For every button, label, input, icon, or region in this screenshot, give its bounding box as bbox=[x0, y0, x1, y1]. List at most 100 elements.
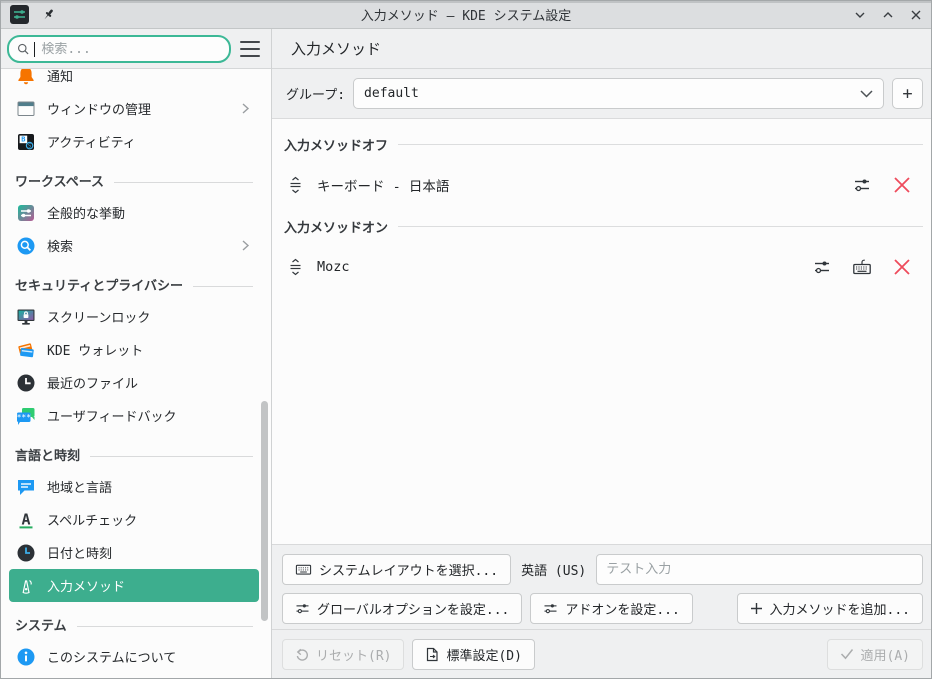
svg-text:S: S bbox=[28, 143, 31, 149]
sidebar-item-kde-wallet[interactable]: KDE ウォレット bbox=[9, 333, 259, 366]
configure-icon bbox=[815, 261, 829, 274]
configure-icon bbox=[296, 604, 309, 614]
document-revert-icon bbox=[427, 647, 439, 661]
sidebar-scrollbar[interactable] bbox=[261, 401, 268, 621]
input-method-row-keyboard-japanese: キーボード - 日本語 bbox=[284, 159, 923, 211]
sidebar-item-label: ユーザフィードバック bbox=[47, 410, 177, 425]
remove-icon bbox=[894, 259, 910, 275]
configure-addons-button[interactable]: アドオンを設定... bbox=[530, 593, 693, 624]
sidebar: 通知 ウィンドウの管理 B S アクティビティ ワークスペース 全般的な挙動 検… bbox=[1, 69, 271, 678]
sidebar-item-label: このシステムについて bbox=[47, 651, 177, 666]
sidebar-item-user-feedback[interactable]: *** ユーザフィードバック bbox=[9, 399, 259, 432]
sidebar-item-input-method[interactable]: 入力メソッド bbox=[9, 569, 259, 602]
test-input-field[interactable] bbox=[596, 554, 923, 585]
sidebar-item-spellcheck[interactable]: A スペルチェック bbox=[9, 503, 259, 536]
plus-icon bbox=[750, 603, 762, 614]
notifications-icon bbox=[15, 69, 37, 87]
group-row: グループ: default + bbox=[272, 69, 931, 119]
sidebar-item-general-behavior[interactable]: 全般的な挙動 bbox=[9, 196, 259, 229]
svg-text:***: *** bbox=[17, 412, 32, 421]
kde-system-settings-window: 入力メソッド – KDE システム設定 入力メソッド bbox=[0, 0, 932, 679]
close-button[interactable] bbox=[907, 6, 925, 24]
sidebar-item-label: スクリーンロック bbox=[47, 311, 151, 326]
sidebar-item-date-time[interactable]: 日付と時刻 bbox=[9, 536, 259, 569]
sidebar-item-label: 通知 bbox=[47, 70, 74, 85]
sidebar-item-search[interactable]: 検索 bbox=[9, 229, 259, 262]
footer: リセット(R) 標準設定(D) 適用(A) bbox=[272, 629, 931, 678]
sidebar-item-activities[interactable]: B S アクティビティ bbox=[9, 125, 259, 158]
sidebar-item-label: 検索 bbox=[47, 240, 74, 255]
search-input[interactable] bbox=[41, 41, 221, 57]
minimize-button[interactable] bbox=[851, 6, 869, 24]
sidebar-item-about-system[interactable]: このシステムについて bbox=[9, 640, 259, 673]
drag-handle-icon[interactable] bbox=[288, 176, 303, 194]
sidebar-divider bbox=[271, 29, 272, 678]
sidebar-item-label: 日付と時刻 bbox=[47, 547, 113, 562]
sidebar-item-label: 全般的な挙動 bbox=[47, 207, 126, 222]
chevron-down-icon bbox=[860, 89, 873, 98]
svg-text:B: B bbox=[21, 135, 25, 143]
keyboard-icon bbox=[853, 259, 871, 275]
maximize-button[interactable] bbox=[879, 6, 897, 24]
configure-button[interactable] bbox=[851, 174, 873, 196]
window-title: 入力メソッド – KDE システム設定 bbox=[360, 9, 572, 24]
configure-global-options-button[interactable]: グローバルオプションを設定... bbox=[282, 593, 523, 624]
add-input-method-button[interactable]: 入力メソッドを追加... bbox=[736, 593, 923, 624]
sidebar-item-recent-files[interactable]: 最近のファイル bbox=[9, 366, 259, 399]
sidebar-item-screen-lock[interactable]: スクリーンロック bbox=[9, 300, 259, 333]
select-system-layout-button[interactable]: システムレイアウトを選択... bbox=[282, 554, 512, 585]
remove-button[interactable] bbox=[891, 256, 913, 278]
undo-icon bbox=[296, 648, 308, 661]
toolbar: 入力メソッド bbox=[1, 29, 931, 69]
date-time-icon bbox=[15, 542, 37, 564]
input-method-name: キーボード - 日本語 bbox=[317, 179, 450, 195]
about-system-icon bbox=[15, 646, 37, 668]
chevron-right-icon bbox=[240, 102, 251, 115]
search-icon bbox=[18, 43, 29, 55]
apply-button[interactable]: 適用(A) bbox=[826, 638, 923, 670]
main-content: グループ: default + 入力メソッドオフ キーボード - 日本語 入力メ… bbox=[272, 69, 931, 678]
input-method-name: Mozc bbox=[317, 259, 350, 275]
search-globe-icon bbox=[15, 235, 37, 257]
sidebar-item-label: 最近のファイル bbox=[47, 377, 139, 392]
region-language-icon bbox=[15, 476, 37, 498]
user-feedback-icon: *** bbox=[15, 405, 37, 427]
keyboard-layout-button[interactable] bbox=[851, 256, 873, 278]
input-method-list: 入力メソッドオフ キーボード - 日本語 入力メソッドオン Mozc bbox=[272, 119, 931, 544]
add-group-button[interactable]: + bbox=[892, 78, 923, 109]
sidebar-item-window-management[interactable]: ウィンドウの管理 bbox=[9, 92, 259, 125]
group-combobox[interactable]: default bbox=[353, 78, 884, 109]
remove-icon bbox=[894, 177, 910, 193]
menu-icon[interactable] bbox=[240, 41, 260, 57]
current-layout-label: 英語 (US) bbox=[521, 564, 587, 579]
input-method-row-mozc: Mozc bbox=[284, 241, 923, 293]
bottom-panel: システムレイアウトを選択... 英語 (US) グローバルオプションを設定... bbox=[272, 544, 931, 631]
titlebar[interactable]: 入力メソッド – KDE システム設定 bbox=[1, 1, 931, 29]
sidebar-item-region-language[interactable]: 地域と言語 bbox=[9, 470, 259, 503]
reset-button[interactable]: リセット(R) bbox=[282, 638, 405, 670]
general-behavior-icon bbox=[15, 202, 37, 224]
check-icon bbox=[840, 649, 853, 660]
group-combobox-value: default bbox=[364, 86, 419, 101]
chevron-right-icon bbox=[240, 239, 251, 252]
search-field[interactable] bbox=[7, 35, 231, 63]
spellcheck-icon: A bbox=[15, 509, 37, 531]
window-management-icon bbox=[15, 98, 37, 120]
group-label: グループ: bbox=[286, 88, 346, 103]
sidebar-item-label: スペルチェック bbox=[47, 514, 138, 529]
sidebar-item-label: KDE ウォレット bbox=[47, 344, 144, 359]
activities-icon: B S bbox=[15, 131, 37, 153]
sidebar-item-notifications[interactable]: 通知 bbox=[9, 69, 259, 92]
sidebar-item-label: アクティビティ bbox=[47, 136, 136, 151]
sidebar-section-language-time: 言語と時刻 bbox=[1, 432, 271, 470]
defaults-button[interactable]: 標準設定(D) bbox=[412, 638, 535, 670]
sidebar-section-system: システム bbox=[1, 602, 271, 640]
configure-icon bbox=[544, 604, 557, 614]
configure-icon bbox=[855, 179, 869, 192]
remove-button[interactable] bbox=[891, 174, 913, 196]
svg-text:A: A bbox=[21, 510, 30, 528]
configure-button[interactable] bbox=[811, 256, 833, 278]
screen-lock-icon bbox=[15, 306, 37, 328]
drag-handle-icon[interactable] bbox=[288, 258, 303, 276]
section-input-method-on: 入力メソッドオン bbox=[284, 211, 923, 241]
